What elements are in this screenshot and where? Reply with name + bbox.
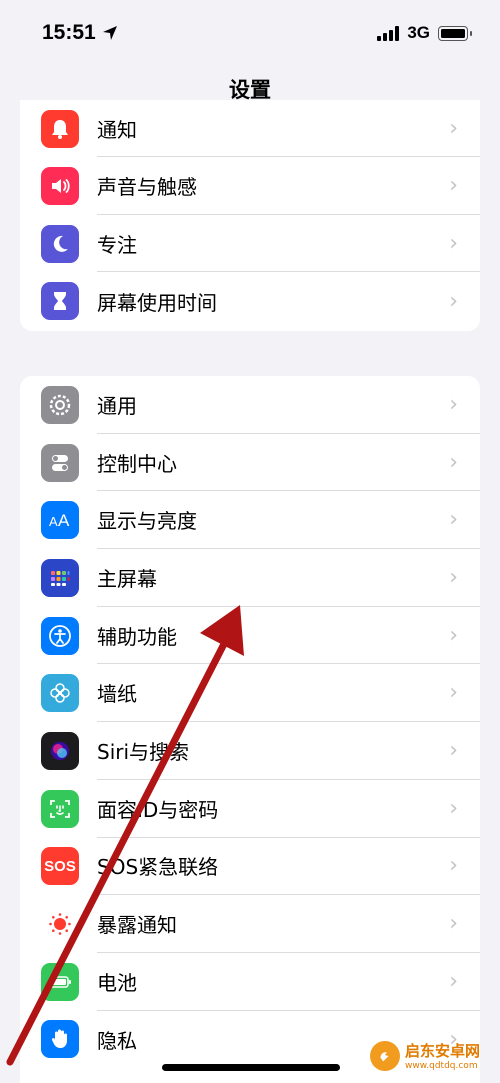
svg-text:A: A bbox=[49, 514, 58, 529]
row-label: Siri与搜索 bbox=[97, 739, 190, 764]
settings-row-control-center[interactable]: 控制中心 › bbox=[20, 434, 480, 492]
app-grid-icon bbox=[41, 558, 79, 597]
settings-row-notifications[interactable]: 通知 › bbox=[20, 100, 480, 157]
hourglass-icon bbox=[41, 282, 79, 321]
row-label: 面容ID与密码 bbox=[97, 797, 219, 822]
chevron-right-icon: › bbox=[449, 968, 458, 994]
row-label: 辅助功能 bbox=[97, 624, 177, 649]
chevron-right-icon: › bbox=[449, 564, 458, 590]
hand-icon bbox=[41, 1020, 79, 1059]
settings-row-sounds[interactable]: 声音与触感 › bbox=[20, 157, 480, 215]
row-label: 控制中心 bbox=[97, 451, 177, 476]
battery-icon bbox=[438, 25, 472, 41]
settings-group-1: 通知 › 声音与触感 › 专注 › 屏幕使用时间 › bbox=[20, 100, 480, 331]
settings-row-sos[interactable]: SOS SOS紧急联络 › bbox=[20, 838, 480, 896]
text-size-icon: AA bbox=[41, 501, 79, 540]
svg-text:A: A bbox=[58, 511, 70, 530]
network-type: 3G bbox=[407, 23, 430, 42]
chevron-right-icon: › bbox=[449, 288, 458, 314]
row-label: 通知 bbox=[97, 117, 137, 142]
row-label: 暴露通知 bbox=[97, 913, 177, 938]
row-label: SOS紧急联络 bbox=[97, 855, 219, 880]
settings-row-siri[interactable]: Siri与搜索 › bbox=[20, 722, 480, 780]
chevron-right-icon: › bbox=[449, 230, 458, 256]
chevron-right-icon: › bbox=[449, 853, 458, 879]
row-label: 墙纸 bbox=[97, 682, 137, 707]
watermark-url: www.qdtdq.com bbox=[405, 1061, 478, 1071]
settings-row-accessibility[interactable]: 辅助功能 › bbox=[20, 607, 480, 665]
gear-icon bbox=[41, 385, 79, 424]
chevron-right-icon: › bbox=[449, 911, 458, 937]
chevron-right-icon: › bbox=[449, 172, 458, 198]
row-label: 声音与触感 bbox=[97, 174, 197, 199]
chevron-right-icon: › bbox=[449, 622, 458, 648]
battery-icon bbox=[41, 962, 79, 1001]
siri-icon bbox=[41, 731, 79, 770]
chevron-right-icon: › bbox=[449, 795, 458, 821]
chevron-right-icon: › bbox=[449, 737, 458, 763]
settings-row-exposure[interactable]: 暴露通知 › bbox=[20, 895, 480, 953]
settings-row-display[interactable]: AA 显示与亮度 › bbox=[20, 491, 480, 550]
chevron-right-icon: › bbox=[449, 449, 458, 475]
settings-row-battery[interactable]: 电池 › bbox=[20, 953, 480, 1011]
chevron-right-icon: › bbox=[449, 391, 458, 417]
row-label: 专注 bbox=[97, 232, 137, 257]
status-time: 15:51 bbox=[42, 21, 118, 45]
chevron-right-icon: › bbox=[449, 115, 458, 141]
exposure-icon bbox=[41, 905, 79, 944]
settings-row-focus[interactable]: 专注 › bbox=[20, 215, 480, 273]
moon-icon bbox=[41, 224, 79, 263]
settings-row-wallpaper[interactable]: 墙纸 › bbox=[20, 664, 480, 723]
location-arrow-icon bbox=[102, 26, 117, 40]
settings-row-face-id[interactable]: 面容ID与密码 › bbox=[20, 780, 480, 838]
chevron-right-icon: › bbox=[449, 680, 458, 706]
watermark-name: 启东安卓网 bbox=[405, 1042, 481, 1060]
row-label: 屏幕使用时间 bbox=[97, 290, 217, 315]
settings-group-2: 通用 › 控制中心 › AA 显示与亮度 › 主屏幕 › 辅助功能 › 墙纸 ›… bbox=[20, 376, 480, 1083]
settings-row-screen-time[interactable]: 屏幕使用时间 › bbox=[20, 272, 480, 330]
row-label: 隐私 bbox=[97, 1028, 137, 1053]
bell-icon bbox=[41, 109, 79, 148]
face-id-icon bbox=[41, 789, 79, 828]
watermark-logo-icon bbox=[370, 1040, 400, 1071]
accessibility-icon bbox=[41, 616, 79, 655]
toggles-icon bbox=[41, 443, 79, 482]
home-indicator[interactable] bbox=[162, 1064, 340, 1071]
cellular-signal-icon bbox=[377, 25, 400, 41]
settings-row-general[interactable]: 通用 › bbox=[20, 376, 480, 434]
chevron-right-icon: › bbox=[449, 507, 458, 533]
watermark: 启东安卓网 www.qdtdq.com bbox=[370, 1040, 480, 1071]
status-bar: 15:51 3G bbox=[0, 0, 500, 66]
row-label: 通用 bbox=[97, 393, 137, 418]
row-label: 电池 bbox=[97, 970, 137, 995]
sos-icon-text: SOS bbox=[44, 857, 76, 875]
row-label: 主屏幕 bbox=[97, 566, 157, 591]
flower-icon bbox=[41, 674, 79, 713]
row-label: 显示与亮度 bbox=[97, 509, 197, 534]
time-text: 15:51 bbox=[42, 21, 96, 44]
settings-row-home-screen[interactable]: 主屏幕 › bbox=[20, 549, 480, 607]
speaker-icon bbox=[41, 166, 79, 205]
sos-icon: SOS bbox=[41, 847, 79, 886]
